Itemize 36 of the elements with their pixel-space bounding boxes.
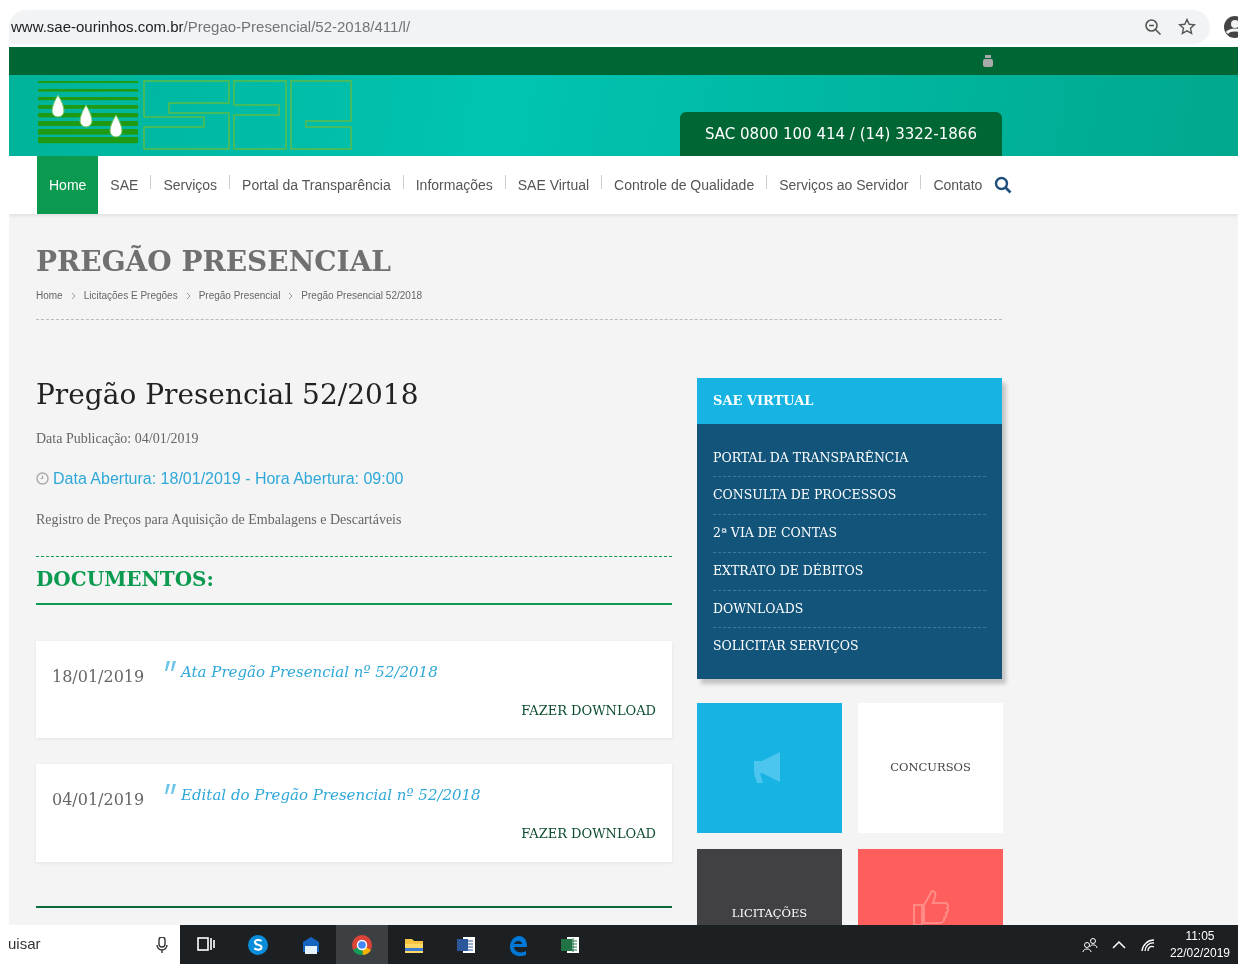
document-date: 04/01/2019 xyxy=(52,789,146,812)
nav-link[interactable]: Serviços ao Servidor xyxy=(767,156,921,214)
nav-link[interactable]: SAE xyxy=(98,156,151,214)
taskbar-search-field[interactable]: uisar xyxy=(0,925,180,964)
taskbar-clock[interactable]: 11:05 22/02/2019 xyxy=(1169,927,1230,962)
nav-link[interactable]: Controle de Qualidade xyxy=(602,156,767,214)
nav-link[interactable]: Serviços xyxy=(151,156,230,214)
nav-link[interactable]: Contato xyxy=(921,156,995,214)
sidebar-link[interactable]: EXTRATO DE DÉBITOS xyxy=(713,552,986,591)
description: Registro de Preços para Aquisição de Embalagens e Descartáveis xyxy=(36,510,403,529)
opening-date: Data Abertura: 18/01/2019 - Hora Abertura: 09:00 xyxy=(53,468,404,489)
nav-link[interactable]: Informações xyxy=(403,156,505,214)
download-link[interactable]: FAZER DOWNLOAD xyxy=(521,700,656,721)
download-link[interactable]: FAZER DOWNLOAD xyxy=(521,824,656,844)
sidebar-link[interactable]: 2ª VIA DE CONTAS xyxy=(713,515,986,553)
sidebar-link[interactable]: SOLICITAR SERVIÇOS xyxy=(713,628,986,666)
sac-phone-banner: SAC 0800 100 414 / (14) 3322-1866 xyxy=(680,112,1002,156)
nav-link[interactable]: SAE Virtual xyxy=(505,156,602,214)
section-heading: DOCUMENTOS: xyxy=(36,556,672,605)
menu-tile[interactable]: CONCURSOS xyxy=(858,703,1003,834)
address-bar[interactable]: www.sae-ourinhos.com.br/Pregao-Presencial/52-2018/411/l/ xyxy=(9,10,1210,44)
breadcrumb-link[interactable]: Pregão Presencial xyxy=(198,288,281,303)
sidebar-link[interactable]: DOWNLOADS xyxy=(713,590,986,629)
breadcrumb-link[interactable]: Licitações E Pregões xyxy=(83,288,178,303)
nav-link[interactable]: Home xyxy=(37,156,99,214)
nav-link[interactable]: Portal da Transparência xyxy=(230,156,403,214)
breadcrumb-link[interactable]: Pregão Presencial 52/2018 xyxy=(301,288,422,303)
publication-date: Data Publicação: 04/01/2019 xyxy=(36,429,200,448)
menu-tile[interactable]: LICITAÇÕES xyxy=(697,849,842,925)
document-date: 18/01/2019 xyxy=(52,665,146,688)
sidebar-link[interactable]: CONSULTA DE PROCESSOS xyxy=(713,477,986,516)
article-title: Pregão Presencial 52/2018 xyxy=(36,378,420,412)
sidebar-link[interactable]: PORTAL DA TRANSPARÊNCIA xyxy=(713,439,986,478)
breadcrumb-link[interactable]: Home xyxy=(36,288,63,303)
url-text: www.sae-ourinhos.com.br/Pregao-Presencial/52-2018/411/l/ xyxy=(11,16,412,37)
sidebar-title: SAE VIRTUAL xyxy=(697,378,1002,424)
